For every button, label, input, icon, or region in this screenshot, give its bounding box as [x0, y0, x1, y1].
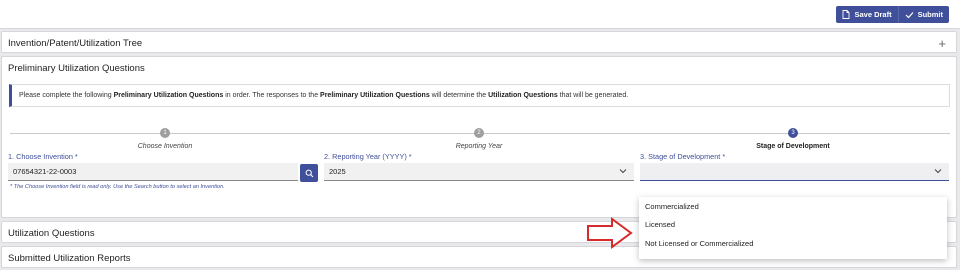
step-2-circle: 2 — [474, 128, 484, 138]
check-icon — [905, 11, 914, 18]
search-invention-button[interactable] — [300, 164, 318, 182]
save-draft-label: Save Draft — [854, 10, 892, 19]
search-icon — [305, 169, 313, 177]
dropdown-blank-option[interactable] — [639, 183, 947, 197]
reporting-year-value: 2025 — [329, 167, 346, 176]
instructions-text: Please complete the following Preliminar… — [19, 92, 629, 99]
step-3-label: Stage of Development — [756, 143, 830, 150]
stage-of-development-select[interactable] — [640, 163, 949, 181]
utilization-questions-title: Utilization Questions — [8, 228, 95, 239]
action-button-group: Save Draft Submit — [836, 6, 949, 23]
invention-helper-text: * The Choose Invention field is read onl… — [10, 184, 225, 190]
step-2-label: Reporting Year — [455, 143, 503, 150]
annotation-arrow-icon — [587, 217, 633, 249]
submit-button[interactable]: Submit — [897, 6, 949, 23]
stage-dropdown-menu: Commercialized Licensed Not Licensed or … — [639, 197, 947, 259]
top-toolbar: Save Draft Submit — [0, 0, 960, 29]
option-commercialized[interactable]: Commercialized — [639, 197, 947, 216]
choose-invention-field[interactable]: 07654321-22-0003 — [8, 163, 298, 181]
tree-panel: Invention/Patent/Utilization Tree + — [1, 31, 957, 53]
choose-invention-label: 1. Choose Invention * — [8, 152, 78, 161]
submitted-reports-title: Submitted Utilization Reports — [8, 253, 131, 264]
reporting-year-select[interactable]: 2025 — [324, 163, 634, 181]
preliminary-panel-header: Preliminary Utilization Questions — [2, 57, 956, 80]
chevron-down-icon — [934, 169, 942, 174]
instructions-box: Please complete the following Preliminar… — [9, 84, 950, 107]
step-1-label: Choose Invention — [137, 143, 193, 150]
save-draft-button[interactable]: Save Draft — [836, 6, 898, 23]
step-1-circle: 1 — [160, 128, 170, 138]
chevron-down-icon — [619, 169, 627, 174]
option-licensed[interactable]: Licensed — [639, 216, 947, 235]
document-icon — [843, 10, 850, 19]
preliminary-panel-title: Preliminary Utilization Questions — [8, 63, 145, 74]
stage-of-development-label: 3. Stage of Development * — [640, 152, 726, 161]
tree-panel-header[interactable]: Invention/Patent/Utilization Tree — [2, 32, 956, 55]
expand-plus-icon[interactable]: + — [938, 36, 946, 51]
step-3-circle: 3 — [788, 128, 798, 138]
submit-label: Submit — [917, 10, 943, 19]
choose-invention-value: 07654321-22-0003 — [13, 167, 77, 176]
option-not-licensed[interactable]: Not Licensed or Commercialized — [639, 234, 947, 253]
reporting-year-label: 2. Reporting Year (YYYY) * — [324, 152, 412, 161]
tree-panel-title: Invention/Patent/Utilization Tree — [8, 38, 143, 49]
